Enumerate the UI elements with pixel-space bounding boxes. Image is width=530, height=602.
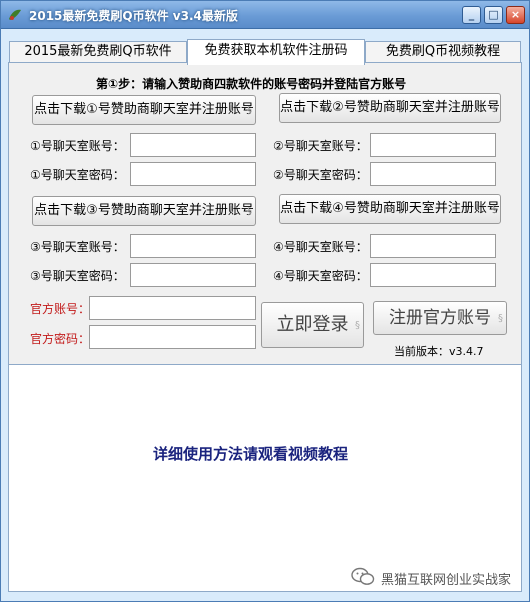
wechat-icon <box>351 567 375 585</box>
chatroom-2-password-label: ②号聊天室密码： <box>273 168 368 182</box>
chatroom-3-account-label: ③号聊天室账号： <box>30 240 125 254</box>
chatroom-2-account-label: ②号聊天室账号： <box>273 139 368 153</box>
swirl-icon: § <box>492 103 497 114</box>
official-password-input[interactable] <box>89 325 256 349</box>
version-text: 当前版本：v3.4.7 <box>394 345 484 358</box>
official-account-input[interactable] <box>89 296 256 320</box>
swirl-icon: § <box>355 320 360 331</box>
chatroom-1-account-label: ①号聊天室账号： <box>30 139 125 153</box>
login-button[interactable]: 立即登录 § <box>261 302 364 348</box>
chatroom-3-password-label: ③号聊天室密码： <box>30 269 125 283</box>
download-sponsor-1-label: 点击下载①号赞助商聊天室并注册账号 <box>34 102 254 117</box>
tab-video-tutorial[interactable]: 免费刷Q币视频教程 <box>365 41 521 63</box>
download-sponsor-4-label: 点击下载④号赞助商聊天室并注册账号 <box>280 201 500 216</box>
swirl-icon: § <box>498 313 503 324</box>
chatroom-4-password-input[interactable] <box>370 263 496 287</box>
official-password-label: 官方密码： <box>30 332 91 346</box>
chatroom-2-account-input[interactable] <box>370 133 496 157</box>
download-sponsor-3-label: 点击下载③号赞助商聊天室并注册账号 <box>34 203 254 218</box>
chatroom-3-password-input[interactable] <box>130 263 256 287</box>
official-account-label: 官方账号： <box>30 302 91 316</box>
chatroom-3-account-input[interactable] <box>130 234 256 258</box>
download-sponsor-2-button[interactable]: 点击下载②号赞助商聊天室并注册账号 § <box>279 93 501 123</box>
tab-strip: 2015最新免费刷Q币软件 免费获取本机软件注册码 免费刷Q币视频教程 <box>7 39 525 65</box>
minimize-button[interactable]: _ <box>462 6 481 24</box>
swirl-icon: § <box>492 204 497 215</box>
chatroom-1-password-label: ①号聊天室密码： <box>30 168 125 182</box>
app-icon <box>9 9 21 20</box>
chatroom-2-password-input[interactable] <box>370 162 496 186</box>
tab-registration-code[interactable]: 免费获取本机软件注册码 <box>187 39 365 65</box>
chatroom-4-password-label: ④号聊天室密码： <box>273 269 368 283</box>
download-sponsor-2-label: 点击下载②号赞助商聊天室并注册账号 <box>280 100 500 115</box>
tab-qcoin-software[interactable]: 2015最新免费刷Q币软件 <box>9 41 187 63</box>
title-bar[interactable]: 2015最新免费刷Q币软件 v3.4最新版 _ □ × <box>1 1 529 29</box>
swirl-icon: § <box>247 206 252 217</box>
step-instruction: 第①步：请输入赞助商四款软件的账号密码并登陆官方账号 <box>96 77 407 91</box>
window-title: 2015最新免费刷Q币软件 v3.4最新版 <box>29 9 238 23</box>
watermark-text: 黑猫互联网创业实战家 <box>381 573 512 588</box>
swirl-icon: § <box>247 105 252 116</box>
download-sponsor-4-button[interactable]: 点击下载④号赞助商聊天室并注册账号 § <box>279 194 501 224</box>
chatroom-4-account-label: ④号聊天室账号： <box>273 240 368 254</box>
register-official-account-button[interactable]: 注册官方账号 § <box>373 301 507 335</box>
download-sponsor-1-button[interactable]: 点击下载①号赞助商聊天室并注册账号 § <box>32 95 256 125</box>
chatroom-1-account-input[interactable] <box>130 133 256 157</box>
register-label: 注册官方账号 <box>389 308 491 328</box>
chatroom-4-account-input[interactable] <box>370 234 496 258</box>
close-button[interactable]: × <box>506 6 525 24</box>
login-label: 立即登录 <box>276 314 349 335</box>
maximize-button[interactable]: □ <box>484 6 503 24</box>
download-sponsor-3-button[interactable]: 点击下载③号赞助商聊天室并注册账号 § <box>32 196 256 226</box>
video-tutorial-hint: 详细使用方法请观看视频教程 <box>153 445 349 463</box>
chatroom-1-password-input[interactable] <box>130 162 256 186</box>
